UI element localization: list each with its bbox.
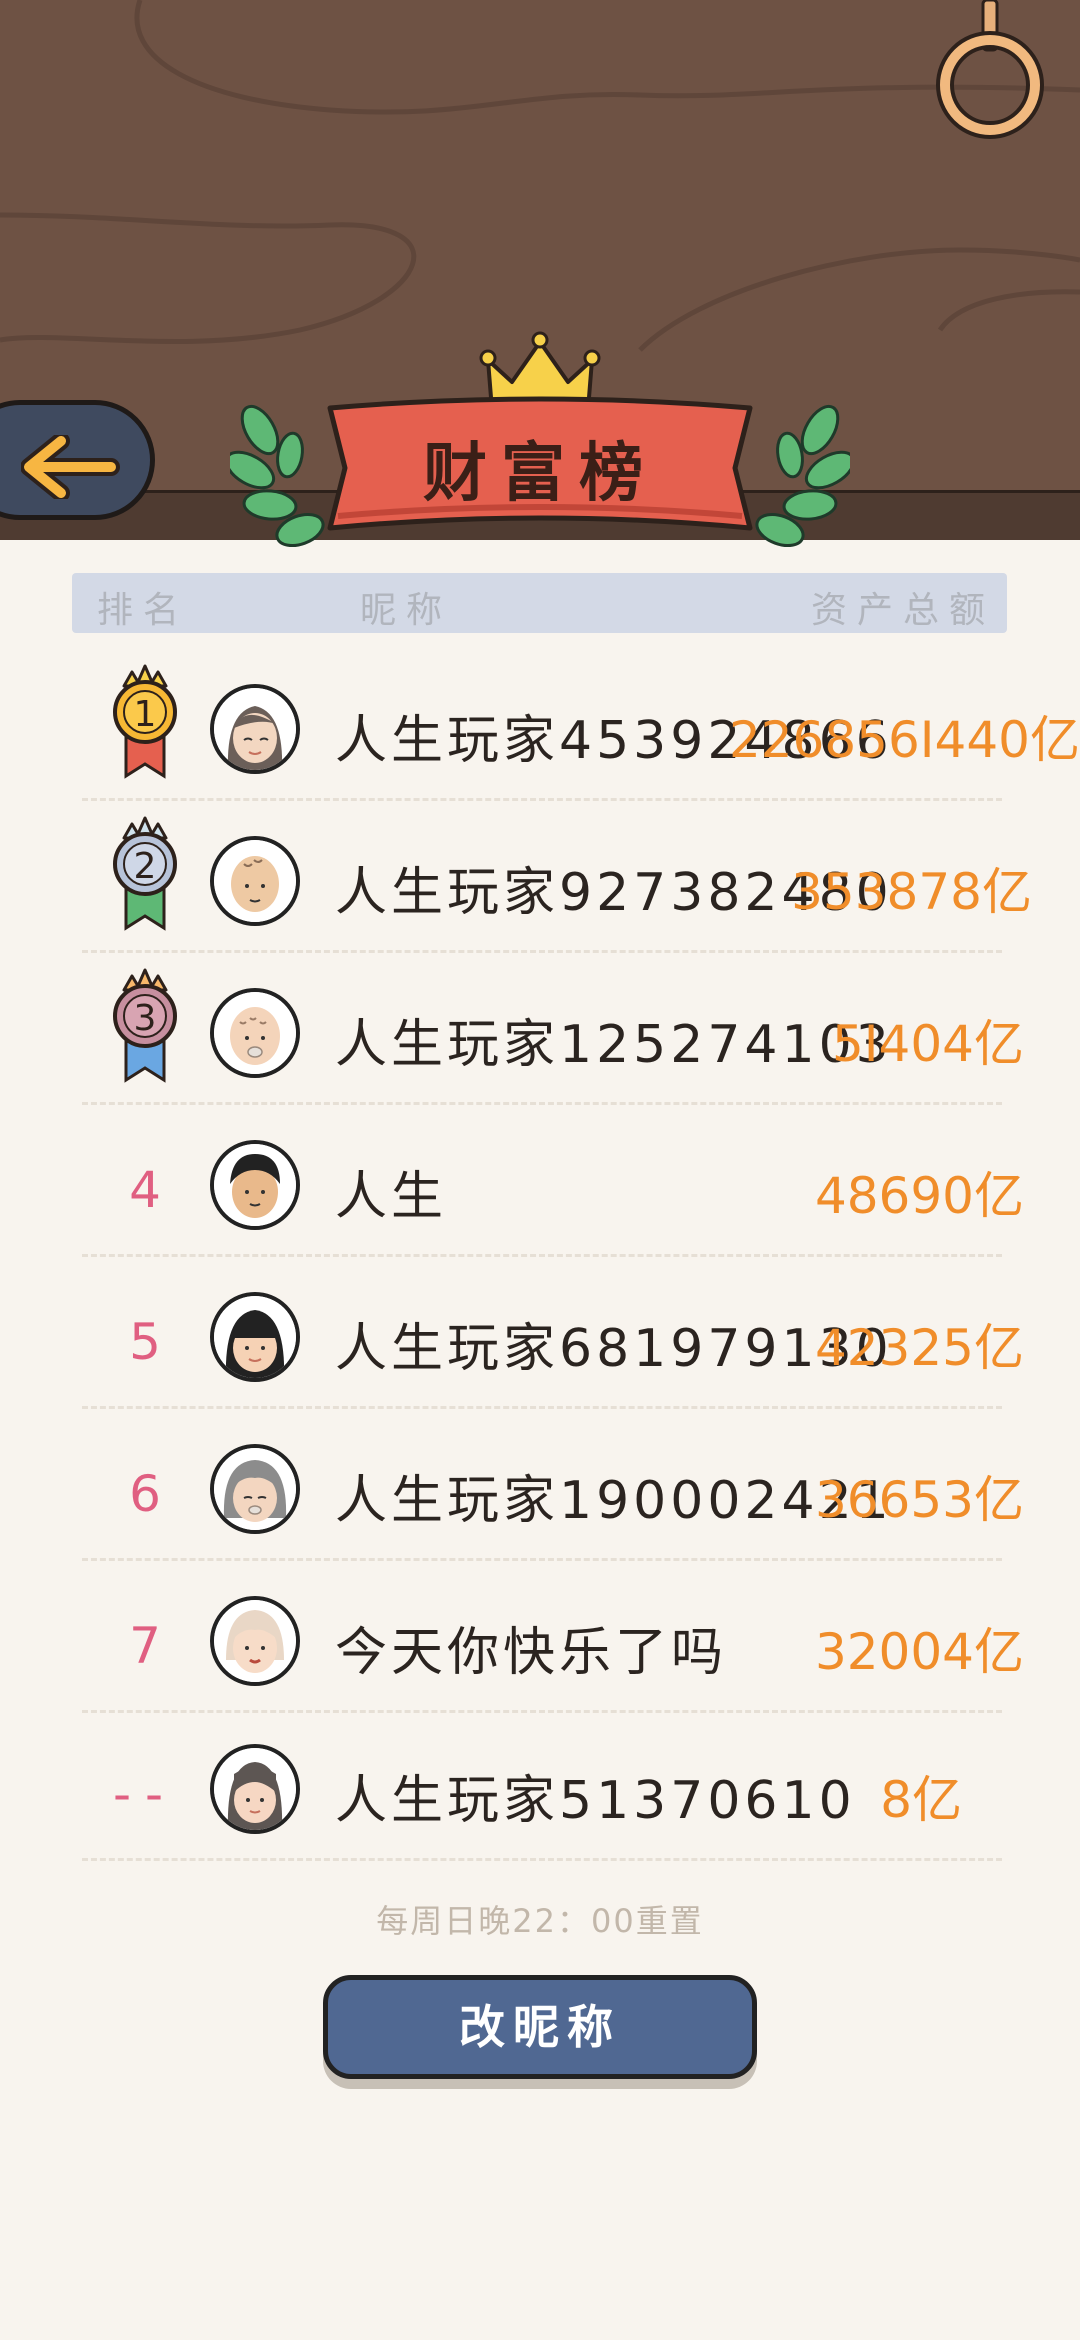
rank-badge-label: 3 — [134, 998, 157, 1039]
avatar[interactable] — [210, 1596, 300, 1686]
player-wealth: 48690亿 — [814, 1167, 1024, 1225]
leaderboard-row: 2 人生玩家927382480 353878亿 — [0, 812, 1080, 964]
player-wealth: 36653亿 — [814, 1471, 1024, 1529]
back-arrow-icon — [21, 435, 120, 499]
player-nickname: 人生玩家190002421 — [335, 1471, 893, 1531]
ring-icon — [936, 0, 1044, 139]
gold-medal-icon: 1 — [113, 664, 177, 779]
rank-number: -- — [112, 1765, 178, 1823]
column-nickname: 昵称 — [360, 590, 453, 631]
player-nickname: 人生玩家681979130 — [335, 1319, 893, 1379]
row-divider — [82, 1406, 1002, 1409]
page-title: 财富榜 — [423, 436, 657, 511]
column-total-assets: 资产总额 — [810, 590, 995, 631]
avatar[interactable] — [210, 836, 300, 926]
row-divider — [82, 1710, 1002, 1713]
leaderboard-row: 1 人生玩家453924866 226856I440亿 — [0, 660, 1080, 812]
player-nickname: 人生玩家125274103 — [335, 1015, 893, 1075]
row-divider — [82, 1254, 1002, 1257]
leaderboard-row: 5 人生玩家681979130 42325亿 — [0, 1268, 1080, 1420]
rank-badge-label: 2 — [134, 846, 157, 887]
silver-medal-icon: 2 — [113, 816, 177, 931]
avatar[interactable] — [210, 684, 300, 774]
player-nickname: 今天你快乐了吗 — [335, 1623, 728, 1683]
row-divider — [82, 950, 1002, 953]
avatar[interactable] — [210, 1444, 300, 1534]
rank-number: 5 — [129, 1313, 161, 1371]
rank-number: 4 — [129, 1161, 161, 1219]
row-divider — [82, 1102, 1002, 1105]
leaderboard-row-self: -- 人生玩家51370610 8亿 — [0, 1720, 1080, 1872]
back-button[interactable] — [0, 400, 155, 520]
avatar[interactable] — [210, 1292, 300, 1382]
player-nickname: 人生玩家51370610 — [335, 1771, 856, 1831]
player-nickname: 人生 — [335, 1167, 448, 1227]
player-wealth: 353878亿 — [791, 863, 1032, 921]
rank-number: 7 — [129, 1617, 161, 1675]
row-divider — [82, 1558, 1002, 1561]
row-divider — [82, 798, 1002, 801]
player-wealth: 5I404亿 — [832, 1015, 1024, 1073]
column-rank: 排名 — [97, 590, 190, 631]
player-wealth: 8亿 — [880, 1771, 962, 1829]
rename-button[interactable]: 改昵称 — [323, 1975, 757, 2079]
leaderboard-row: 4 人生 48690亿 — [0, 1116, 1080, 1268]
rank-number: 6 — [129, 1465, 161, 1523]
row-divider — [82, 1858, 1002, 1861]
avatar[interactable] — [210, 988, 300, 1078]
player-wealth: 226856I440亿 — [728, 711, 1080, 769]
player-wealth: 32004亿 — [814, 1623, 1024, 1681]
leaderboard-row: 3 人生玩家125274103 5I404亿 — [0, 964, 1080, 1116]
leaderboard-row: 7 今天你快乐了吗 32004亿 — [0, 1572, 1080, 1724]
rank-badge-label: 1 — [134, 694, 157, 735]
table-header: 排名 昵称 资产总额 — [72, 573, 1007, 633]
bronze-medal-icon: 3 — [113, 968, 177, 1083]
avatar[interactable] — [210, 1744, 300, 1834]
leaderboard-row: 6 人生玩家190002421 36653亿 — [0, 1420, 1080, 1572]
reset-note: 每周日晚22：00重置 — [376, 1902, 704, 1940]
player-wealth: 42325亿 — [814, 1319, 1024, 1377]
avatar[interactable] — [210, 1140, 300, 1230]
